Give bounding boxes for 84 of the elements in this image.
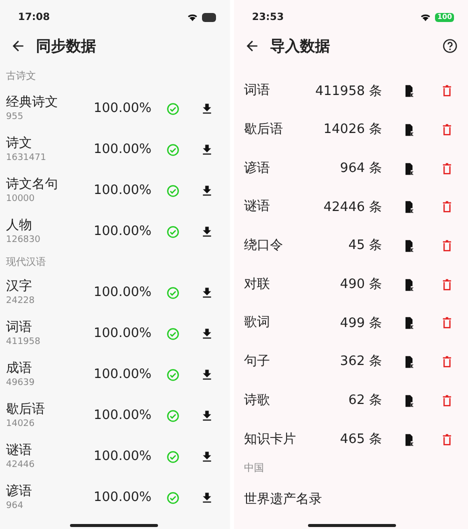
item-count: 964 [6,500,24,512]
progress-percent: 100.00% [94,222,152,241]
delete-icon[interactable] [440,84,454,98]
item-count: 24228 [6,294,36,306]
delete-icon[interactable] [440,432,454,447]
item-count: 126830 [6,234,42,246]
back-arrow-icon[interactable] [244,38,260,54]
item-count: 490 条 [340,276,382,294]
item-count: 964 条 [340,160,382,178]
item-name: 谜语 [6,442,33,458]
item-name: 诗文名句 [6,176,59,192]
download-icon[interactable] [200,286,214,300]
item-name: 人物 [6,218,33,234]
item-count: 1631471 [6,152,48,164]
item-name: 绕口令 [244,238,283,254]
progress-percent: 100.00% [94,140,152,159]
progress-percent: 100.00% [94,284,152,302]
progress-percent: 100.00% [94,100,152,118]
item-count: 955 [6,110,24,122]
item-count: 49639 [6,376,36,388]
item-name: 对联 [244,276,270,293]
delete-icon[interactable] [440,239,454,254]
item-count: 499 条 [340,314,382,333]
item-count: 465 条 [340,430,382,449]
item-name: 诗歌 [244,392,270,409]
help-icon[interactable] [442,38,458,54]
item-name: 词语 [6,320,33,336]
progress-percent: 100.00% [94,366,152,384]
item-name: 句子 [244,354,270,370]
item-count: 411958 条 [315,82,382,101]
item-name: 诗文 [6,136,33,152]
back-arrow-icon[interactable] [10,38,26,54]
item-name: 世界遗产名录 [244,492,322,508]
download-icon[interactable] [200,102,214,116]
clock-time: 17:08 [18,10,50,24]
item-name: 经典诗文 [6,94,59,110]
section-heading: 古诗文 [5,70,37,84]
item-count: 14026 条 [324,121,382,140]
item-count: 362 条 [340,353,382,372]
item-count: 411958 [6,336,42,348]
progress-percent: 100.00% [94,488,152,507]
item-count: 62 条 [348,392,382,410]
item-count: 42446 条 [324,198,382,217]
download-icon[interactable] [200,490,214,504]
delete-icon[interactable] [440,278,454,292]
item-count: 14026 [6,418,36,430]
download-icon[interactable] [200,184,214,198]
item-name: 汉字 [6,278,33,294]
delete-icon[interactable] [440,316,454,330]
download-icon[interactable] [200,142,214,156]
battery-icon [202,12,216,22]
clock-time: 23:53 [252,10,284,24]
section-heading: 现代汉语 [5,256,47,270]
item-count: 45 条 [348,237,382,256]
delete-icon[interactable] [440,355,454,370]
item-name: 谚语 [6,484,33,500]
delete-icon[interactable] [440,162,454,176]
delete-icon[interactable] [440,123,454,138]
wifi-icon [420,12,432,22]
item-name: 知识卡片 [244,432,296,448]
download-icon[interactable] [200,408,214,422]
item-count: 42446 [6,458,36,470]
download-icon[interactable] [200,368,214,382]
item-name: 歇后语 [6,402,46,418]
item-name: 成语 [6,360,33,376]
download-icon[interactable] [200,450,214,464]
item-name: 谚语 [244,160,270,177]
page-title: 同步数据 [36,36,96,57]
item-name: 词语 [244,83,270,100]
section-heading: 中国 [243,462,265,476]
delete-icon[interactable] [440,200,454,214]
item-name: 歌词 [244,315,270,332]
page-title: 导入数据 [270,36,330,57]
delete-icon[interactable] [440,394,454,408]
item-count: 10000 [6,192,36,204]
progress-percent: 100.00% [94,448,152,466]
progress-percent: 100.00% [94,406,152,425]
download-icon[interactable] [200,224,214,238]
progress-percent: 100.00% [94,182,152,200]
wifi-icon [187,12,198,22]
item-name: 谜语 [244,199,270,216]
item-name: 歇后语 [244,122,283,138]
download-icon[interactable] [200,326,214,340]
progress-percent: 100.00% [94,324,152,343]
